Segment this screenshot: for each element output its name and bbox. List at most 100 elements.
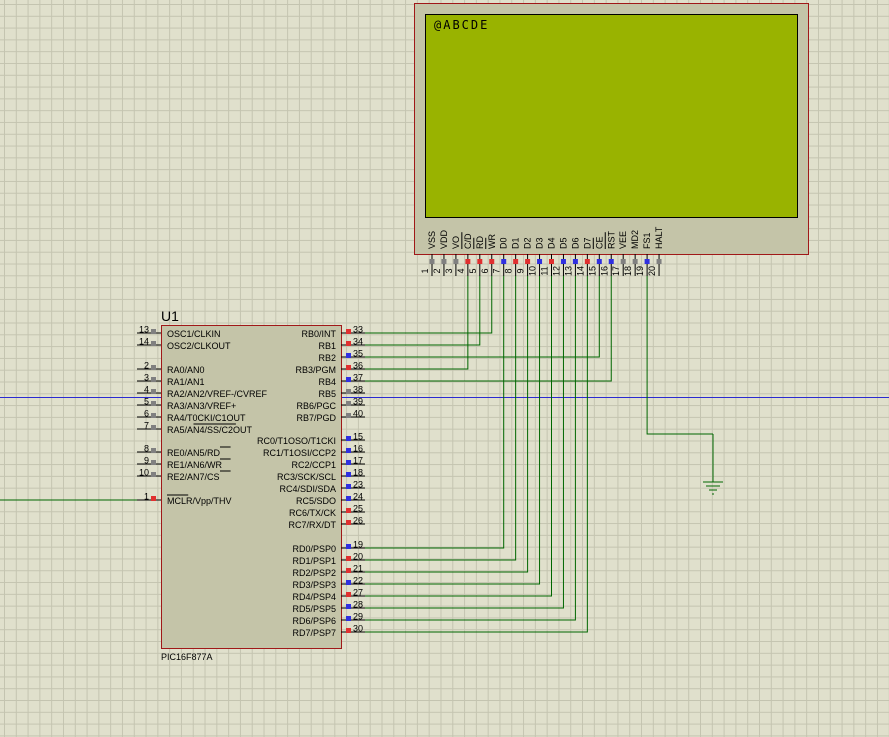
pin-name: D2 <box>523 237 533 249</box>
pin-name: OSC1/CLKIN <box>167 329 221 339</box>
pin-number: 6 <box>480 268 490 273</box>
pin-name: RD5/PSP5 <box>292 604 336 614</box>
pin-name: OSC2/CLKOUT <box>167 341 231 351</box>
pin-name: FS1 <box>642 232 652 249</box>
pin-number: 2 <box>144 361 149 371</box>
pin-number: 2 <box>432 268 442 273</box>
pin-name: RC2/CCP1 <box>291 460 336 470</box>
pin-name: RB5 <box>318 389 336 399</box>
pin-number: 36 <box>353 361 363 371</box>
pin-state-marker <box>608 259 614 264</box>
pin-state-marker <box>346 472 351 477</box>
pin-state-marker <box>501 259 507 264</box>
pin-state-marker <box>620 259 626 264</box>
pin-number: 1 <box>144 492 149 502</box>
pin-number: 23 <box>353 480 363 490</box>
pin-name: HALT <box>654 226 664 249</box>
pin-number: 10 <box>528 266 538 276</box>
pin-number: 39 <box>353 397 363 407</box>
pin-state-marker <box>525 259 531 264</box>
pin-number: 9 <box>144 456 149 466</box>
pin-number: 26 <box>353 516 363 526</box>
pin-name: RA2/AN2/VREF-/CVREF <box>167 389 268 399</box>
pin-state-marker <box>549 259 554 264</box>
pin-number: 6 <box>144 409 149 419</box>
mcu-reference: U1 <box>161 308 179 324</box>
pin-state-marker <box>151 425 156 430</box>
pin-name: RD2/PSP2 <box>292 568 336 578</box>
pin-number: 40 <box>353 409 363 419</box>
pin-state-marker <box>560 259 566 264</box>
pin-name: VDD <box>439 229 449 249</box>
lcd-screen <box>425 14 798 218</box>
pin-state-marker <box>453 259 459 264</box>
pin-name: RD6/PSP6 <box>292 616 336 626</box>
pin-number: 27 <box>353 588 363 598</box>
pin-state-marker <box>346 413 351 418</box>
pin-name: VSS <box>427 231 437 249</box>
pin-name: RB6/PGC <box>296 401 336 411</box>
pin-state-marker <box>537 259 543 264</box>
pin-state-marker <box>346 436 351 441</box>
pin-number: 18 <box>623 266 633 276</box>
pin-number: 20 <box>647 266 657 276</box>
pin-number: 16 <box>353 444 363 454</box>
pin-name: RA1/AN1 <box>167 377 205 387</box>
pin-name: RB0/INT <box>301 329 336 339</box>
pin-name: RC7/RX/DT <box>288 520 336 530</box>
pin-state-marker <box>346 329 351 334</box>
mcu-component[interactable]: U1 PIC16F877A 13 OSC1/CLKIN14 OSC2/CLKOUT2… <box>137 308 365 662</box>
pin-state-marker <box>151 377 156 382</box>
pin-number: 38 <box>353 385 363 395</box>
pin-number: 18 <box>353 468 363 478</box>
lcd-display-text: @ABCDE <box>434 18 489 32</box>
pin-number: 19 <box>353 540 363 550</box>
lcd-component[interactable]: @ABCDE 1 VSS 2 VDD 3 VO 4 C/D 5 RD 6 WR 7 D0 8 D1 9 D2 10 D… <box>414 3 809 277</box>
pin-name: RA0/AN0 <box>167 365 205 375</box>
pin-name: RA5/AN4/SS/C2OUT <box>167 425 253 435</box>
ground-symbol[interactable] <box>703 434 723 495</box>
pin-name: VEE <box>618 231 628 249</box>
pin-name: RE1/AN6/WR <box>167 460 223 470</box>
pin-name: RB3/PGM <box>295 365 336 375</box>
pin-state-marker <box>346 448 351 453</box>
pin-state-marker <box>151 448 156 453</box>
wire-data-0 <box>365 276 505 549</box>
mcu-part-name: PIC16F877A <box>161 652 213 662</box>
pin-number: 15 <box>587 266 597 276</box>
pin-number: 13 <box>139 325 149 335</box>
wire-data-6 <box>365 276 576 621</box>
pin-name: C/D <box>463 233 473 249</box>
pin-number: 22 <box>353 576 363 586</box>
pin-name: RC0/T1OSO/T1CKI <box>257 436 336 446</box>
pin-number: 3 <box>444 268 454 273</box>
pin-state-marker <box>151 472 156 477</box>
pin-number: 7 <box>144 421 149 431</box>
pin-state-marker <box>572 259 578 264</box>
pin-number: 7 <box>492 268 502 273</box>
pin-state-marker <box>346 365 351 370</box>
pin-name: RD4/PSP4 <box>292 592 336 602</box>
pin-name: VO <box>451 236 461 249</box>
pin-state-marker <box>151 389 156 394</box>
pin-number: 34 <box>353 337 363 347</box>
pin-number: 37 <box>353 373 363 383</box>
pin-name: RC5/SDO <box>296 496 336 506</box>
pin-number: 10 <box>139 468 149 478</box>
pin-number: 24 <box>353 492 363 502</box>
pin-name: D6 <box>570 237 580 249</box>
pin-name: RD7/PSP7 <box>292 628 336 638</box>
pin-state-marker <box>346 341 351 346</box>
pin-state-marker <box>477 259 483 264</box>
pin-number: 30 <box>353 624 363 634</box>
pin-state-marker <box>596 259 602 264</box>
pin-state-marker <box>151 329 156 334</box>
pin-name: RC3/SCK/SCL <box>277 472 336 482</box>
pin-name: D0 <box>499 237 509 249</box>
wire-control-0 <box>365 276 493 334</box>
pin-state-marker <box>429 259 435 264</box>
schematic-canvas[interactable]: U1 PIC16F877A 13 OSC1/CLKIN14 OSC2/CLKOUT2… <box>0 0 889 737</box>
pin-name: RB4 <box>318 377 336 387</box>
pin-state-marker <box>151 413 156 418</box>
pin-name: D4 <box>547 237 557 249</box>
